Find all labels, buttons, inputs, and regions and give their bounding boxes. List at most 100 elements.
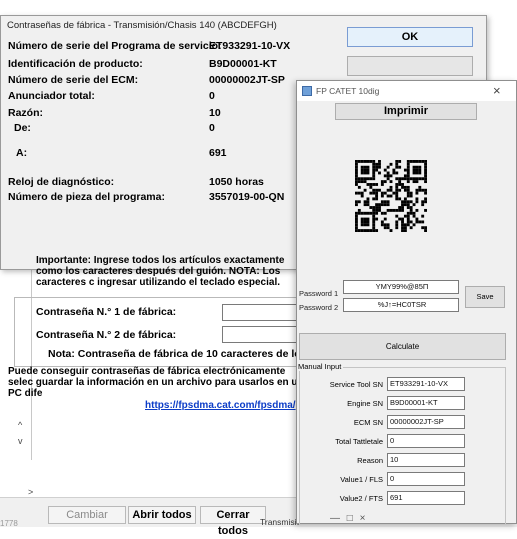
scroll-right-arrow-icon[interactable]: > — [28, 487, 33, 497]
ok-button[interactable]: OK — [347, 27, 473, 47]
manual-field-input[interactable]: 0 — [387, 472, 465, 486]
qr-module — [363, 165, 367, 169]
qr-module — [369, 191, 373, 195]
calculate-button[interactable]: Calculate — [299, 333, 506, 360]
qr-module — [383, 217, 387, 221]
qr-module — [424, 200, 427, 204]
qr-module — [357, 200, 361, 204]
qr-module — [355, 160, 358, 163]
qr-module — [366, 168, 370, 172]
password1-input[interactable] — [222, 304, 306, 321]
qr-module — [403, 203, 407, 207]
qr-module — [372, 217, 376, 221]
qr-module — [378, 203, 381, 207]
scroll-down-arrow-icon[interactable]: v — [18, 436, 23, 446]
qr-module — [406, 206, 410, 209]
qr-module — [389, 180, 393, 184]
qr-module — [395, 220, 399, 224]
qr-module — [369, 211, 373, 215]
password2-output[interactable]: %J↑=HC0TSR — [343, 298, 459, 312]
info-label: Identificación de producto: — [8, 58, 143, 70]
qr-module — [395, 226, 399, 230]
window-controls[interactable]: — □ × — [330, 513, 367, 524]
qr-module — [424, 188, 427, 192]
qr-module — [355, 220, 358, 224]
save-button[interactable]: Save — [465, 286, 505, 308]
cambiar-button[interactable]: Cambiar — [48, 506, 126, 524]
qr-module — [406, 171, 410, 175]
scroll-up-arrow-icon[interactable]: ^ — [18, 420, 22, 430]
manual-field-input[interactable]: 691 — [387, 491, 465, 505]
qr-module — [401, 206, 404, 209]
qr-module — [395, 208, 399, 212]
qr-module — [392, 208, 396, 212]
qr-module — [406, 211, 410, 215]
qr-module — [406, 185, 410, 189]
qr-module — [363, 223, 367, 227]
manual-field-input[interactable]: B9D00001-KT — [387, 396, 465, 410]
manual-field-label: ECM SN — [353, 418, 383, 427]
qr-module — [421, 160, 425, 163]
manual-field-label: Total Tattletale — [335, 437, 383, 446]
qr-module — [372, 171, 376, 175]
manual-field-input[interactable]: ET933291-10-VX — [387, 377, 465, 391]
qr-module — [366, 200, 370, 204]
abrir-todos-button[interactable]: Abrir todos — [128, 506, 196, 524]
qr-module — [386, 203, 390, 207]
qr-module — [372, 191, 376, 195]
qr-module — [383, 168, 387, 172]
qr-module — [360, 223, 364, 227]
qr-module — [360, 211, 364, 215]
qr-module — [412, 203, 416, 207]
password1-output[interactable]: YMY99%@85Π — [343, 280, 459, 294]
qr-module — [366, 217, 370, 221]
qr-module — [366, 203, 370, 207]
info-value: B9D00001-KT — [209, 58, 277, 70]
manual-field-input[interactable]: 0 — [387, 434, 465, 448]
qr-module — [355, 183, 358, 186]
cerrar-todos-button[interactable]: Cerrar todos — [200, 506, 266, 537]
qr-module — [403, 185, 407, 189]
qr-module — [357, 211, 361, 215]
qr-module — [363, 168, 367, 172]
qr-module — [415, 188, 419, 192]
qr-module — [401, 200, 404, 204]
qr-module — [375, 168, 379, 172]
imprimir-button[interactable]: Imprimir — [335, 103, 477, 120]
qr-module — [375, 229, 379, 232]
qr-module — [421, 188, 425, 192]
qr-module — [398, 165, 402, 169]
qr-module — [357, 185, 361, 189]
qr-module — [395, 188, 399, 192]
manual-field-input[interactable]: 10 — [387, 453, 465, 467]
qr-module — [401, 203, 404, 207]
qr-module — [401, 223, 404, 227]
qr-module — [389, 188, 393, 192]
manual-field-input[interactable]: 00000002JT-SP — [387, 415, 465, 429]
qr-module — [355, 226, 358, 230]
qr-module — [363, 177, 367, 181]
qr-module — [409, 191, 413, 195]
password-length-note: Nota: Contraseña de fábrica de 10 caract… — [48, 348, 333, 360]
qr-module — [401, 229, 404, 232]
qr-module — [403, 177, 407, 181]
qr-module — [418, 188, 422, 192]
qr-module — [398, 206, 402, 209]
qr-module — [372, 162, 376, 166]
cancel-button[interactable] — [347, 56, 473, 76]
close-icon[interactable]: × — [493, 83, 501, 98]
qr-module — [355, 203, 358, 207]
qr-module — [378, 160, 381, 163]
qr-module — [395, 214, 399, 218]
password2-input[interactable] — [222, 326, 306, 343]
qr-module — [355, 177, 358, 181]
qr-module — [369, 206, 373, 209]
qr-module — [375, 162, 379, 166]
qr-module — [401, 185, 404, 189]
qr-module — [386, 223, 390, 227]
fpsdma-link[interactable]: https://fpsdma.cat.com/fpsdma/ — [145, 400, 296, 411]
manual-input-label: Manual Input — [298, 362, 344, 371]
info-label: Número de pieza del programa: — [8, 191, 165, 203]
qr-module — [421, 226, 425, 230]
qr-module — [380, 200, 384, 204]
